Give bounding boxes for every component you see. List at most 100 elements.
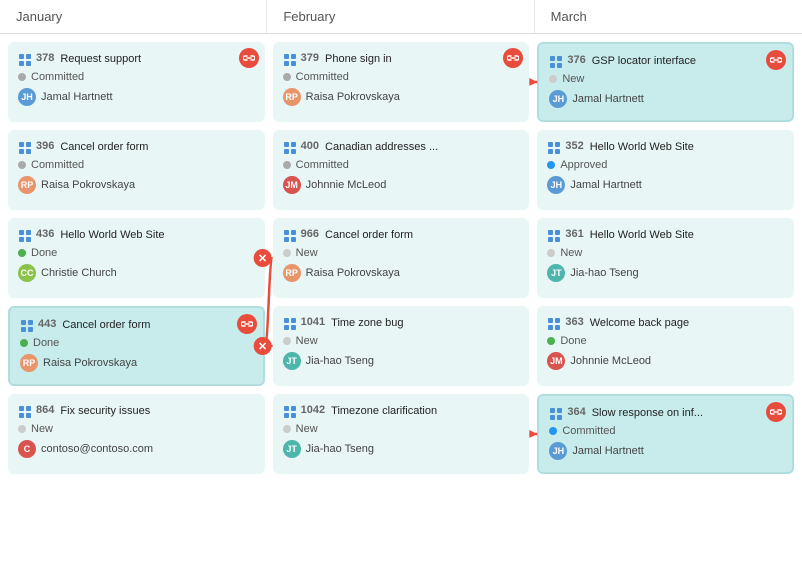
card-item[interactable]: 864 Fix security issues New C contoso@co… — [8, 394, 265, 474]
status-dot — [547, 161, 555, 169]
link-icon[interactable] — [766, 402, 786, 422]
user-name: Jamal Hartnett — [570, 179, 642, 191]
avatar: JH — [18, 88, 36, 106]
card-type-icon — [18, 229, 32, 243]
card-name: Time zone bug — [331, 316, 403, 330]
card-title-row: 378 Request support — [18, 52, 255, 67]
card-user: RP Raisa Pokrovskaya — [20, 354, 253, 372]
card-id: 364 — [567, 406, 585, 418]
card-type-icon — [283, 141, 297, 155]
card-item[interactable]: 436 Hello World Web Site Done CC Christi… — [8, 218, 265, 298]
card-type-icon — [20, 319, 34, 333]
column-march: 376 GSP locator interface New JH Jamal H… — [537, 42, 794, 474]
status-text: New — [296, 247, 318, 259]
link-icon[interactable] — [237, 314, 257, 334]
status-dot — [18, 425, 26, 433]
card-title-row: 966 Cancel order form — [283, 228, 520, 243]
user-name: Jia-hao Tseng — [306, 443, 374, 455]
january-header: January — [0, 0, 267, 33]
card-status: New — [547, 247, 784, 259]
card-name: Request support — [60, 52, 141, 66]
user-name: Raisa Pokrovskaya — [306, 267, 400, 279]
card-status: Done — [20, 337, 253, 349]
card-user: JT Jia-hao Tseng — [283, 352, 520, 370]
card-user: JH Jamal Hartnett — [18, 88, 255, 106]
status-dot — [547, 249, 555, 257]
january-label: January — [16, 9, 62, 24]
card-id: 361 — [565, 228, 583, 240]
card-type-icon — [18, 53, 32, 67]
card-user: CC Christie Church — [18, 264, 255, 282]
card-item[interactable]: 379 Phone sign in Committed RP Raisa Pok… — [273, 42, 530, 122]
card-status: Done — [18, 247, 255, 259]
card-name: Cancel order form — [62, 318, 150, 332]
avatar: RP — [18, 176, 36, 194]
link-icon[interactable] — [503, 48, 523, 68]
link-icon[interactable] — [766, 50, 786, 70]
card-name: Fix security issues — [60, 404, 150, 418]
card-status: New — [18, 423, 255, 435]
february-header: February — [267, 0, 534, 33]
card-user: JH Jamal Hartnett — [549, 90, 782, 108]
card-item[interactable]: 1041 Time zone bug New JT Jia-hao Tseng — [273, 306, 530, 386]
card-type-icon — [549, 55, 563, 69]
march-header: March — [535, 0, 802, 33]
user-name: Jia-hao Tseng — [306, 355, 374, 367]
card-item[interactable]: 400 Canadian addresses ... Committed JM … — [273, 130, 530, 210]
card-title-row: 400 Canadian addresses ... — [283, 140, 520, 155]
avatar: JM — [283, 176, 301, 194]
avatar: JH — [547, 176, 565, 194]
card-user: JH Jamal Hartnett — [549, 442, 782, 460]
user-name: Jamal Hartnett — [572, 93, 644, 105]
user-name: Raisa Pokrovskaya — [41, 179, 135, 191]
avatar: JT — [283, 352, 301, 370]
status-dot — [18, 73, 26, 81]
card-item[interactable]: 361 Hello World Web Site New JT Jia-hao … — [537, 218, 794, 298]
card-id: 378 — [36, 52, 54, 64]
card-item[interactable]: 1042 Timezone clarification New JT Jia-h… — [273, 394, 530, 474]
card-status: Committed — [549, 425, 782, 437]
card-status: New — [549, 73, 782, 85]
card-item[interactable]: 378 Request support Committed JH Jamal H… — [8, 42, 265, 122]
card-status: Committed — [283, 71, 520, 83]
card-type-icon — [283, 317, 297, 331]
user-name: Johnnie McLeod — [306, 179, 387, 191]
card-item[interactable]: 363 Welcome back page Done JM Johnnie Mc… — [537, 306, 794, 386]
card-title-row: 361 Hello World Web Site — [547, 228, 784, 243]
card-name: Slow response on inf... — [592, 406, 703, 420]
card-title-row: 352 Hello World Web Site — [547, 140, 784, 155]
february-label: February — [283, 9, 335, 24]
card-status: Approved — [547, 159, 784, 171]
card-item[interactable]: 364 Slow response on inf... Committed JH… — [537, 394, 794, 474]
card-status: Committed — [283, 159, 520, 171]
avatar: RP — [283, 88, 301, 106]
card-id: 376 — [567, 54, 585, 66]
card-type-icon — [283, 229, 297, 243]
card-item[interactable]: 443 Cancel order form Done RP Raisa Pokr… — [8, 306, 265, 386]
card-title-row: 436 Hello World Web Site — [18, 228, 255, 243]
user-name: contoso@contoso.com — [41, 443, 153, 455]
card-item[interactable]: 376 GSP locator interface New JH Jamal H… — [537, 42, 794, 122]
card-type-icon — [547, 317, 561, 331]
status-text: Committed — [562, 425, 615, 437]
card-item[interactable]: 352 Hello World Web Site Approved JH Jam… — [537, 130, 794, 210]
user-name: Jamal Hartnett — [41, 91, 113, 103]
link-icon[interactable] — [239, 48, 259, 68]
status-text: Done — [33, 337, 59, 349]
card-title-row: 864 Fix security issues — [18, 404, 255, 419]
status-text: Committed — [296, 71, 349, 83]
card-name: Timezone clarification — [331, 404, 437, 418]
card-user: C contoso@contoso.com — [18, 440, 255, 458]
card-name: Welcome back page — [590, 316, 689, 330]
user-name: Christie Church — [41, 267, 117, 279]
card-name: Phone sign in — [325, 52, 392, 66]
avatar: RP — [283, 264, 301, 282]
card-title-row: 379 Phone sign in — [283, 52, 520, 67]
card-item[interactable]: 966 Cancel order form New RP Raisa Pokro… — [273, 218, 530, 298]
user-name: Jia-hao Tseng — [570, 267, 638, 279]
column-february: 379 Phone sign in Committed RP Raisa Pok… — [273, 42, 530, 474]
status-dot — [283, 161, 291, 169]
card-name: Hello World Web Site — [60, 228, 164, 242]
card-type-icon — [549, 407, 563, 421]
card-item[interactable]: 396 Cancel order form Committed RP Raisa… — [8, 130, 265, 210]
